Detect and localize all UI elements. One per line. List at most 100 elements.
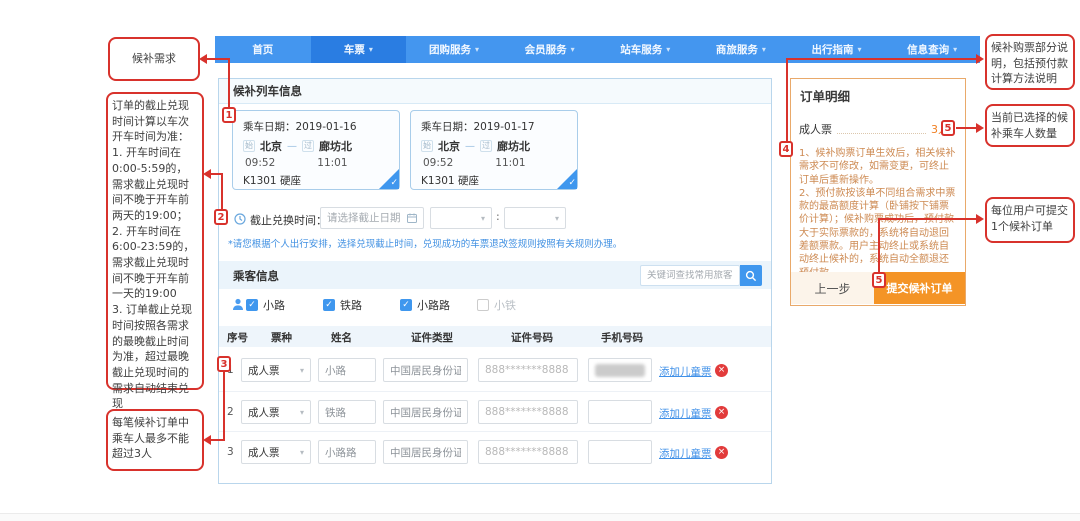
- connector-line: [878, 218, 880, 273]
- checkbox-checked-icon[interactable]: ✓: [323, 299, 335, 311]
- name-input[interactable]: [318, 358, 376, 382]
- nav-item-member-services[interactable]: 会员服务▾: [502, 36, 598, 63]
- delete-row-icon[interactable]: ×: [715, 364, 728, 377]
- back-button[interactable]: 上一步: [791, 272, 874, 304]
- arrowhead: [976, 54, 984, 64]
- add-child-ticket-link[interactable]: 添加儿童票: [659, 406, 712, 421]
- passenger-row-2: 2 成人票▾ 添加儿童票 ×: [219, 397, 771, 427]
- row-divider: [219, 431, 771, 432]
- chevron-down-icon: ▾: [571, 45, 575, 54]
- row-seq: 3: [227, 446, 234, 458]
- col-phone: 手机号码: [601, 330, 643, 345]
- annotation-order-notes: 候补购票部分说明，包括预付款计算方法说明: [985, 34, 1075, 90]
- ticket-type-select[interactable]: 成人票▾: [241, 440, 311, 464]
- id-type-input[interactable]: [383, 440, 468, 464]
- name-input[interactable]: [318, 440, 376, 464]
- connector-line: [956, 127, 977, 129]
- chevron-down-icon: ▾: [666, 45, 670, 54]
- train-times: 09:5211:01: [423, 157, 526, 169]
- chevron-down-icon: ▾: [953, 45, 957, 54]
- ticket-type-select[interactable]: 成人票▾: [241, 400, 311, 424]
- page: 首页 车票▾ 团购服务▾ 会员服务▾ 站车服务▾ 商旅服务▾ 出行指南▾ 信息查…: [0, 0, 1080, 521]
- quick-select-passenger-4[interactable]: 小铁: [477, 297, 516, 313]
- passenger-row-3: 3 成人票▾ 添加儿童票 ×: [219, 437, 771, 467]
- delete-row-icon[interactable]: ×: [715, 406, 728, 419]
- phone-input[interactable]: [588, 400, 652, 424]
- checkbox-checked-icon[interactable]: ✓: [400, 299, 412, 311]
- row-divider: [219, 391, 771, 392]
- phone-input[interactable]: [588, 358, 652, 382]
- annotation-passenger-count: 当前已选择的候补乘车人数量: [985, 104, 1075, 147]
- origin-station: 北京: [260, 138, 282, 154]
- search-icon: [745, 270, 757, 282]
- clock-icon: [234, 213, 246, 225]
- train-route: 始 北京 — 过 廊坊北: [243, 138, 352, 154]
- route-arrow-icon: —: [465, 141, 475, 152]
- connector-line: [228, 58, 230, 108]
- deadline-date-field[interactable]: [327, 212, 407, 224]
- marker-4: 4: [779, 141, 793, 157]
- page-bottom-divider: [0, 513, 1080, 521]
- nav-item-group-services[interactable]: 团购服务▾: [406, 36, 502, 63]
- connector-line: [207, 58, 230, 60]
- marker-1: 1: [222, 107, 236, 123]
- marker-5b: 5: [872, 272, 886, 288]
- nav-item-business-travel[interactable]: 商旅服务▾: [693, 36, 789, 63]
- order-detail-title: 订单明细: [800, 86, 850, 105]
- connector-line: [221, 173, 223, 210]
- id-number-input[interactable]: [478, 358, 578, 382]
- dotted-leader: [837, 133, 926, 134]
- col-id-number: 证件号码: [511, 330, 553, 345]
- train-card-2[interactable]: 乘车日期：2019-01-17 始 北京 — 过 廊坊北 09:5211:01 …: [410, 110, 578, 190]
- col-name: 姓名: [331, 330, 352, 345]
- col-id-type: 证件类型: [411, 330, 453, 345]
- arrowhead: [203, 435, 211, 445]
- id-type-input[interactable]: [383, 400, 468, 424]
- chevron-down-icon: ▾: [481, 214, 485, 223]
- checkbox-unchecked-icon[interactable]: [477, 299, 489, 311]
- chevron-down-icon: ▾: [475, 45, 479, 54]
- order-item-row: 成人票 3人: [799, 121, 949, 137]
- quick-select-passenger-1[interactable]: ✓ 小路: [246, 297, 285, 313]
- annotation-deadline-rules: 订单的截止兑现时间计算以车次开车时间为准： 1. 开车时间在0:00-5:59的…: [106, 92, 204, 390]
- deadline-minute-select[interactable]: ▾: [504, 207, 566, 229]
- origin-tag: 始: [243, 140, 255, 152]
- submit-waitlist-order-button[interactable]: 提交候补订单: [874, 272, 965, 304]
- name-input[interactable]: [318, 400, 376, 424]
- selected-check-icon: ✓: [379, 169, 399, 189]
- phone-input[interactable]: [588, 440, 652, 464]
- add-child-ticket-link[interactable]: 添加儿童票: [659, 446, 712, 461]
- chevron-down-icon: ▾: [300, 408, 304, 417]
- search-button[interactable]: [740, 265, 762, 286]
- col-ticket-type: 票种: [271, 330, 292, 345]
- deadline-date-input[interactable]: [320, 207, 424, 229]
- add-child-ticket-link[interactable]: 添加儿童票: [659, 364, 712, 379]
- delete-row-icon[interactable]: ×: [715, 446, 728, 459]
- ticket-type-select[interactable]: 成人票▾: [241, 358, 311, 382]
- connector-line: [786, 58, 788, 142]
- annotation-max-passengers: 每笔候补订单中乘车人最多不能超过3人: [106, 409, 204, 471]
- quick-select-passenger-2[interactable]: ✓ 铁路: [323, 297, 362, 313]
- train-times: 09:5211:01: [245, 157, 348, 169]
- passenger-table-header: 序号 票种 姓名 证件类型 证件号码 手机号码: [219, 326, 771, 347]
- train-card-1[interactable]: 乘车日期：2019-01-16 始 北京 — 过 廊坊北 09:5211:01 …: [232, 110, 400, 190]
- checkbox-checked-icon[interactable]: ✓: [246, 299, 258, 311]
- train-number-seat: K1301 硬座: [243, 173, 301, 188]
- row-seq: 2: [227, 406, 234, 418]
- quick-select-passenger-3[interactable]: ✓ 小路路: [400, 297, 450, 313]
- calendar-icon: [407, 213, 417, 223]
- destination-tag: 过: [480, 140, 492, 152]
- train-number-seat: K1301 硬座: [421, 173, 479, 188]
- route-arrow-icon: —: [287, 141, 297, 152]
- id-number-input[interactable]: [478, 440, 578, 464]
- marker-2: 2: [214, 209, 228, 225]
- marker-3: 3: [217, 356, 231, 372]
- passenger-search-input[interactable]: [640, 265, 740, 286]
- nav-item-tickets[interactable]: 车票▾: [311, 36, 407, 63]
- id-number-input[interactable]: [478, 400, 578, 424]
- nav-item-station-services[interactable]: 站车服务▾: [598, 36, 694, 63]
- passenger-search-field[interactable]: [647, 270, 733, 281]
- id-type-input[interactable]: [383, 358, 468, 382]
- chevron-down-icon: ▾: [300, 448, 304, 457]
- deadline-hour-select[interactable]: ▾: [430, 207, 492, 229]
